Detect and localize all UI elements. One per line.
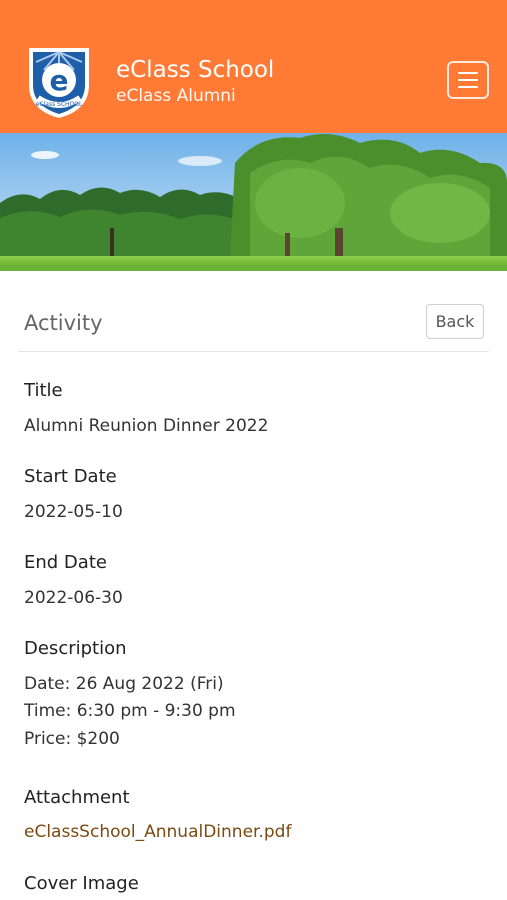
attachment-label: Attachment bbox=[24, 787, 130, 808]
title-value: Alumni Reunion Dinner 2022 bbox=[24, 416, 269, 436]
school-logo: e eClass SCHOOL bbox=[29, 48, 89, 118]
site-subtitle: eClass Alumni bbox=[116, 86, 236, 106]
description-line: Date: 26 Aug 2022 (Fri) bbox=[24, 674, 224, 694]
banner-image bbox=[0, 133, 507, 271]
attachment-link[interactable]: eClassSchool_AnnualDinner.pdf bbox=[24, 821, 291, 843]
start-date-label: Start Date bbox=[24, 466, 117, 487]
end-date-label: End Date bbox=[24, 552, 107, 573]
hamburger-menu-icon[interactable] bbox=[447, 61, 489, 99]
school-name: eClass School bbox=[116, 57, 275, 83]
app-header: e eClass SCHOOL eClass School eClass Alu… bbox=[0, 0, 507, 133]
description-line: Time: 6:30 pm - 9:30 pm bbox=[24, 701, 236, 721]
start-date-value: 2022-05-10 bbox=[24, 502, 123, 522]
section-header: Activity Back bbox=[18, 292, 489, 352]
logo-text: eClass SCHOOL bbox=[36, 101, 83, 108]
logo-letter: e bbox=[50, 64, 69, 97]
description-label: Description bbox=[24, 638, 127, 659]
description-line: Price: $200 bbox=[24, 729, 120, 749]
title-label: Title bbox=[24, 380, 63, 401]
cover-image-label: Cover Image bbox=[24, 873, 139, 894]
end-date-value: 2022-06-30 bbox=[24, 588, 123, 608]
back-button[interactable]: Back bbox=[426, 304, 484, 339]
section-title: Activity bbox=[24, 311, 103, 335]
